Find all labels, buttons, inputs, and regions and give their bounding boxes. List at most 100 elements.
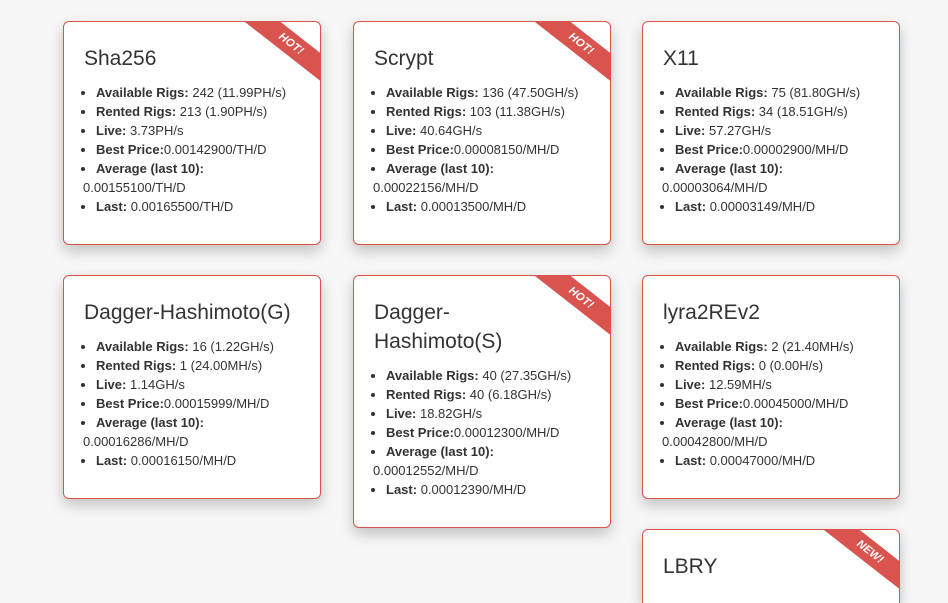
average-label: Average (last 10): (386, 161, 494, 176)
best-price-label: Best Price: (675, 396, 743, 411)
last-item: Last: 0.00003149/MH/D (675, 197, 879, 216)
algorithm-card-x11[interactable]: X11 Available Rigs: 75 (81.80GH/s) Rente… (642, 21, 900, 245)
average-item: Average (last 10): 0.00155100/TH/D (83, 159, 300, 197)
live-label: Live: (386, 123, 417, 138)
average-label: Average (last 10): (96, 161, 204, 176)
best-price-value: 0.00012300/MH/D (453, 425, 560, 440)
rented-rigs-value: 34 (18.51GH/s) (758, 104, 848, 119)
best-price-label: Best Price: (96, 396, 164, 411)
available-rigs-value: 16 (1.22GH/s) (192, 339, 274, 354)
live-item: Live: 12.59MH/s (675, 375, 879, 394)
available-rigs-label: Available Rigs: (386, 85, 479, 100)
rented-rigs-value: 0 (0.00H/s) (758, 358, 824, 373)
rented-rigs-label: Rented Rigs: (386, 387, 467, 402)
available-rigs-value: 40 (27.35GH/s) (482, 368, 572, 383)
stats-list: Available Rigs: 75 (81.80GH/s) Rented Ri… (643, 83, 899, 216)
algorithm-card-scrypt[interactable]: HOT! Scrypt Available Rigs: 136 (47.50GH… (353, 21, 611, 245)
last-label: Last: (96, 199, 128, 214)
best-price-label: Best Price: (96, 142, 164, 157)
available-rigs-value: 136 (47.50GH/s) (482, 85, 579, 100)
available-rigs-item: Available Rigs: 40 (27.35GH/s) (386, 366, 590, 385)
live-item: Live: 40.64GH/s (386, 121, 590, 140)
last-item: Last: 0.00016150/MH/D (96, 451, 300, 470)
card-title: lyra2REv2 (663, 301, 760, 324)
live-label: Live: (386, 406, 417, 421)
average-item: Average (last 10): 0.00016286/MH/D (83, 413, 300, 451)
average-item: Average (last 10): 0.00022156/MH/D (373, 159, 590, 197)
stats-list: Available Rigs: 136 (47.50GH/s) Rented R… (354, 83, 610, 216)
rented-rigs-value: 213 (1.90PH/s) (179, 104, 268, 119)
rented-rigs-item: Rented Rigs: 0 (0.00H/s) (675, 356, 879, 375)
rented-rigs-value: 40 (6.18GH/s) (469, 387, 552, 402)
available-rigs-label: Available Rigs: (96, 339, 189, 354)
average-label: Average (last 10): (675, 161, 783, 176)
best-price-item: Best Price:0.00012300/MH/D (386, 423, 590, 442)
average-value: 0.00022156/MH/D (373, 180, 479, 195)
available-rigs-label: Available Rigs: (386, 368, 479, 383)
last-item: Last: 0.00165500/TH/D (96, 197, 300, 216)
available-rigs-item: Available Rigs: 136 (47.50GH/s) (386, 83, 590, 102)
available-rigs-item: Available Rigs: 16 (1.22GH/s) (96, 337, 300, 356)
live-value: 57.27GH/s (708, 123, 772, 138)
live-item: Live: 1.14GH/s (96, 375, 300, 394)
live-value: 40.64GH/s (419, 123, 483, 138)
best-price-item: Best Price:0.00045000/MH/D (675, 394, 879, 413)
best-price-item: Best Price:0.00015999/MH/D (96, 394, 300, 413)
rented-rigs-value: 103 (11.38GH/s) (469, 104, 565, 119)
algorithm-card-dagger-hashimoto-g[interactable]: Dagger-Hashimoto(G) Available Rigs: 16 (… (63, 275, 321, 499)
available-rigs-label: Available Rigs: (675, 339, 768, 354)
last-value: 0.00047000/MH/D (709, 453, 816, 468)
rented-rigs-label: Rented Rigs: (96, 104, 177, 119)
last-item: Last: 0.00013500/MH/D (386, 197, 590, 216)
stats-list: Available Rigs: 40 (27.35GH/s) Rented Ri… (354, 366, 610, 499)
available-rigs-label: Available Rigs: (675, 85, 768, 100)
live-label: Live: (96, 377, 127, 392)
available-rigs-label: Available Rigs: (96, 85, 189, 100)
last-label: Last: (386, 482, 418, 497)
best-price-value: 0.00045000/MH/D (742, 396, 849, 411)
last-label: Last: (386, 199, 418, 214)
best-price-label: Best Price: (386, 142, 454, 157)
rented-rigs-item: Rented Rigs: 34 (18.51GH/s) (675, 102, 879, 121)
rented-rigs-item: Rented Rigs: 1 (24.00MH/s) (96, 356, 300, 375)
best-price-value: 0.00015999/MH/D (163, 396, 270, 411)
rented-rigs-item: Rented Rigs: 103 (11.38GH/s) (386, 102, 590, 121)
available-rigs-item: Available Rigs: 2 (21.40MH/s) (675, 337, 879, 356)
algorithm-card-dagger-hashimoto-s[interactable]: HOT! Dagger-Hashimoto(S) Available Rigs:… (353, 275, 611, 528)
rented-rigs-label: Rented Rigs: (675, 104, 756, 119)
best-price-value: 0.00002900/MH/D (742, 142, 849, 157)
best-price-value: 0.00142900/TH/D (163, 142, 267, 157)
average-value: 0.00042800/MH/D (662, 434, 768, 449)
average-value: 0.00012552/MH/D (373, 463, 479, 478)
card-title: X11 (663, 47, 699, 70)
average-item: Average (last 10): 0.00003064/MH/D (662, 159, 879, 197)
average-item: Average (last 10): 0.00042800/MH/D (662, 413, 879, 451)
live-value: 3.73PH/s (129, 123, 184, 138)
available-rigs-value: 2 (21.40MH/s) (771, 339, 854, 354)
stats-list: Available Rigs: 16 (1.22GH/s) Rented Rig… (64, 337, 320, 470)
average-label: Average (last 10): (386, 444, 494, 459)
algorithm-card-lbry[interactable]: NEW! LBRY (642, 529, 900, 603)
live-item: Live: 18.82GH/s (386, 404, 590, 423)
best-price-item: Best Price:0.00002900/MH/D (675, 140, 879, 159)
available-rigs-item: Available Rigs: 75 (81.80GH/s) (675, 83, 879, 102)
last-value: 0.00013500/MH/D (420, 199, 527, 214)
last-label: Last: (96, 453, 128, 468)
live-label: Live: (675, 123, 706, 138)
available-rigs-item: Available Rigs: 242 (11.99PH/s) (96, 83, 300, 102)
last-label: Last: (675, 199, 707, 214)
live-label: Live: (675, 377, 706, 392)
rented-rigs-item: Rented Rigs: 213 (1.90PH/s) (96, 102, 300, 121)
live-label: Live: (96, 123, 127, 138)
algorithm-card-lyra2rev2[interactable]: lyra2REv2 Available Rigs: 2 (21.40MH/s) … (642, 275, 900, 499)
best-price-value: 0.00008150/MH/D (453, 142, 560, 157)
best-price-item: Best Price:0.00008150/MH/D (386, 140, 590, 159)
last-item: Last: 0.00012390/MH/D (386, 480, 590, 499)
live-value: 1.14GH/s (129, 377, 185, 392)
algorithm-card-sha256[interactable]: HOT! Sha256 Available Rigs: 242 (11.99PH… (63, 21, 321, 245)
live-value: 12.59MH/s (708, 377, 772, 392)
rented-rigs-label: Rented Rigs: (386, 104, 467, 119)
best-price-item: Best Price:0.00142900/TH/D (96, 140, 300, 159)
average-item: Average (last 10): 0.00012552/MH/D (373, 442, 590, 480)
last-label: Last: (675, 453, 707, 468)
